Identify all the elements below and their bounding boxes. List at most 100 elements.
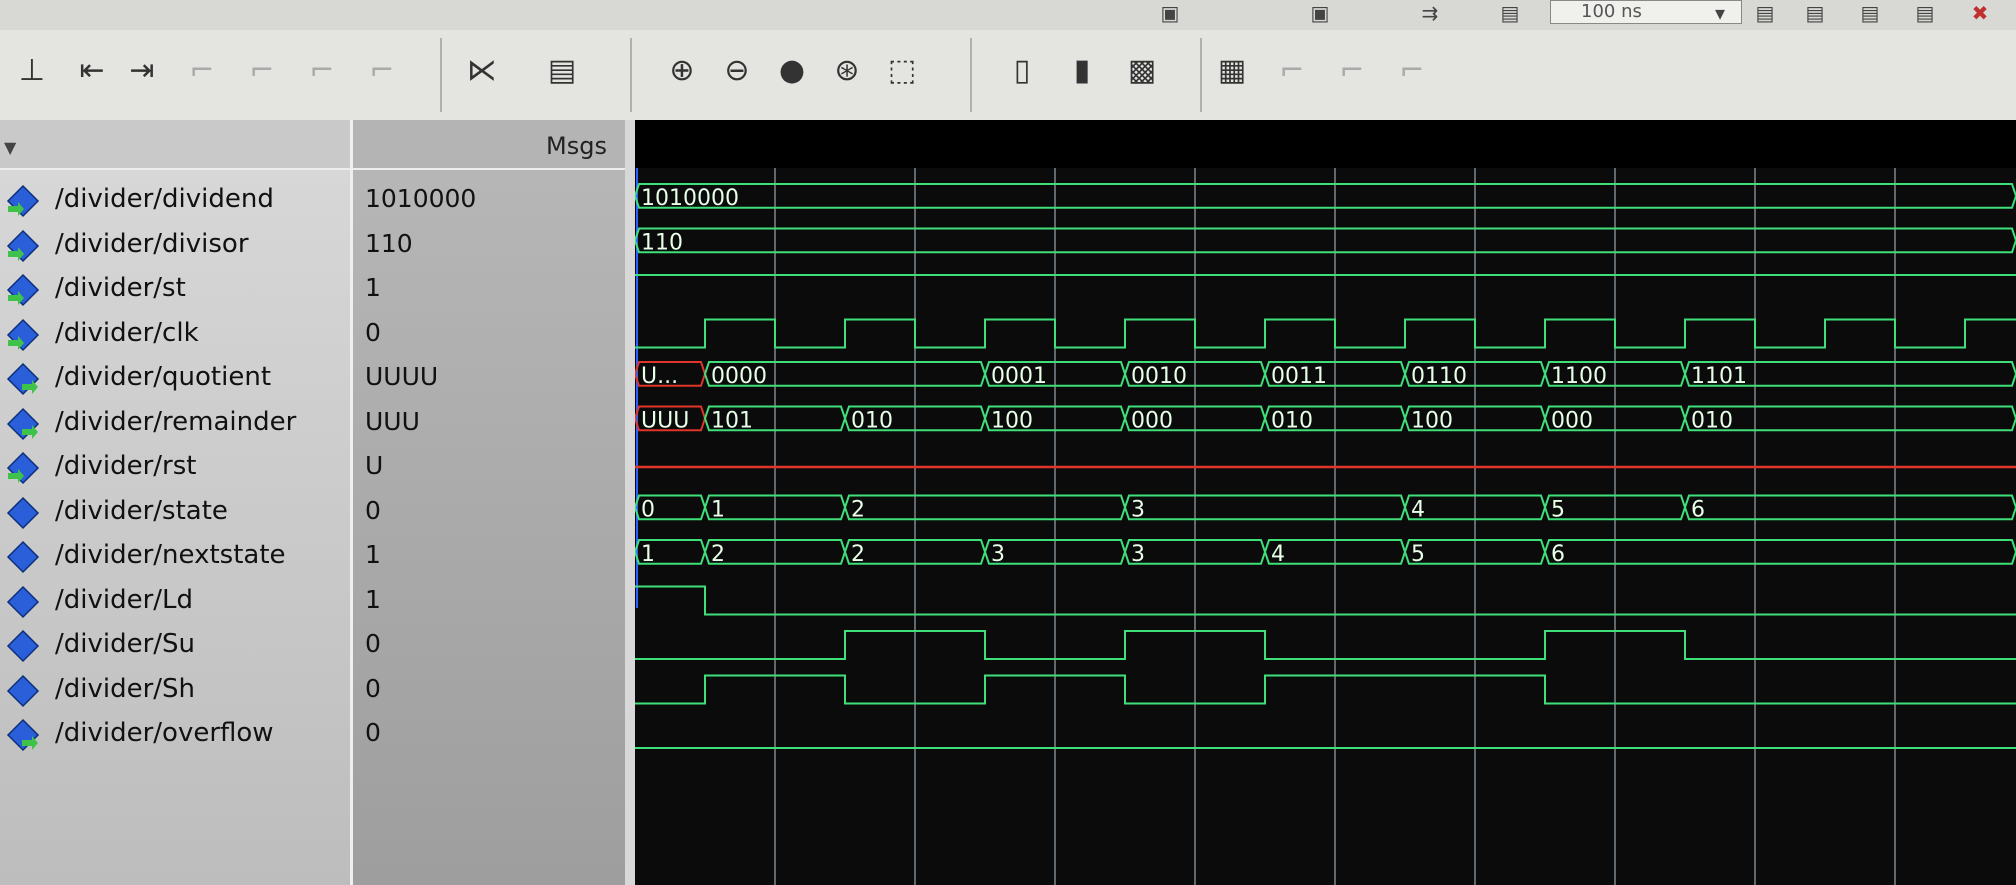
- signal-value: 0: [365, 317, 381, 347]
- find-next-edge-icon[interactable]: ⇥: [120, 48, 164, 92]
- quotient-label: 0011: [1271, 364, 1327, 389]
- run-length-value: 100 ns: [1581, 1, 1642, 22]
- signal-row[interactable]: /divider/state: [0, 490, 350, 534]
- signal-name: /divider/remainder: [55, 406, 297, 437]
- cursor-mode-1-icon[interactable]: ▯: [1000, 48, 1044, 92]
- internal-signal-icon: [6, 496, 40, 529]
- signal-name: /divider/st: [55, 273, 186, 303]
- input-signal-icon: [6, 451, 40, 485]
- cursor-mode-2-icon[interactable]: ▮: [1060, 48, 1104, 92]
- nextstate-label: 3: [991, 542, 1005, 567]
- remainder-label: 100: [991, 408, 1033, 433]
- signal-value: 0: [365, 718, 381, 747]
- nextstate-label: 4: [1271, 542, 1285, 567]
- signal-row[interactable]: /divider/Sh: [0, 668, 350, 712]
- divisor-segment: [635, 227, 2016, 254]
- nextstate-label: 1: [641, 542, 655, 567]
- zoom-full-icon[interactable]: ●: [770, 48, 814, 92]
- dropdown-arrow-icon[interactable]: ▼: [4, 138, 16, 157]
- signal-name: /divider/Ld: [55, 584, 194, 615]
- signal-row[interactable]: /divider/divisor: [0, 223, 350, 267]
- signal-row[interactable]: /divider/overflow: [0, 712, 350, 756]
- step-edge-3-icon[interactable]: ⌐: [300, 48, 344, 92]
- toolbar-separator: [440, 38, 442, 112]
- signal-row[interactable]: /divider/Ld: [0, 579, 350, 623]
- run-length-dropdown-icon[interactable]: ▾: [1705, 0, 1735, 26]
- remainder-label: 010: [851, 408, 893, 433]
- signal-row[interactable]: /divider/remainder: [0, 401, 350, 445]
- state-segment: [1683, 494, 2016, 521]
- nextstate-label: 3: [1131, 542, 1145, 567]
- state-label: 5: [1551, 497, 1565, 522]
- signal-name: /divider/rst: [55, 451, 197, 481]
- edge-mode-2-icon[interactable]: ⌐: [1270, 48, 1314, 92]
- quotient-label: 0001: [991, 364, 1047, 389]
- signal-value: 110: [365, 228, 413, 258]
- edge-mode-4-icon[interactable]: ⌐: [1390, 48, 1434, 92]
- state-label: 3: [1131, 497, 1145, 522]
- stop-icon[interactable]: ▤: [1905, 0, 1945, 26]
- internal-signal-icon: [6, 585, 40, 618]
- signal-value: U: [365, 451, 384, 480]
- remainder-label: 000: [1551, 408, 1593, 433]
- toolbar-separator: [630, 38, 632, 112]
- dividend-label: 1010000: [641, 186, 739, 211]
- sh-trace: [635, 674, 2016, 705]
- dividend-segment: [635, 183, 2016, 209]
- clk-trace: [635, 318, 2016, 349]
- step-edge-1-icon[interactable]: ⌐: [180, 48, 224, 92]
- edge-mode-1-icon[interactable]: ▦: [1210, 48, 1254, 92]
- signal-name: /divider/divisor: [55, 228, 249, 259]
- internal-signal-icon: [6, 674, 40, 707]
- step-edge-4-icon[interactable]: ⌐: [360, 48, 404, 92]
- signal-name: /divider/nextstate: [55, 540, 286, 570]
- remainder-label: UUU: [641, 408, 689, 433]
- divisor-label: 110: [641, 230, 683, 255]
- signal-row[interactable]: /divider/dividend: [0, 178, 350, 222]
- nextstate-segment: [1543, 539, 2016, 565]
- quotient-label: 1101: [1691, 364, 1747, 389]
- remainder-label: 000: [1131, 408, 1173, 433]
- signal-name: /divider/dividend: [55, 184, 274, 214]
- restart-icon[interactable]: ▤: [1490, 0, 1530, 26]
- signal-row[interactable]: /divider/clk: [0, 312, 350, 356]
- cursor-mode-3-icon[interactable]: ▩: [1120, 48, 1164, 92]
- remainder-label: 010: [1691, 408, 1733, 433]
- signal-value: 1: [365, 540, 381, 569]
- wave-settings-icon[interactable]: ▤: [540, 48, 584, 92]
- nextstate-label: 2: [851, 542, 865, 567]
- remainder-label: 100: [1411, 408, 1453, 433]
- run-icon[interactable]: ▣: [1300, 0, 1340, 26]
- find-previous-edge-icon[interactable]: ⇤: [70, 48, 114, 92]
- zoom-area-icon[interactable]: ⬚: [880, 48, 924, 92]
- break-icon[interactable]: ▤: [1850, 0, 1890, 26]
- signal-value: UUU: [365, 406, 420, 436]
- save-icon[interactable]: ▣: [1150, 0, 1190, 26]
- panel-splitter[interactable]: [625, 120, 635, 885]
- signal-name: /divider/quotient: [55, 362, 272, 392]
- zoom-cursor-icon[interactable]: ⊛: [825, 48, 869, 92]
- waveform-display[interactable]: 1010000110U... 0000 0001 0010 0011 0110 1100 11…: [635, 168, 2016, 885]
- split-view-icon[interactable]: ⋉: [460, 48, 504, 92]
- signal-row[interactable]: /divider/nextstate: [0, 534, 350, 578]
- step-edge-2-icon[interactable]: ⌐: [240, 48, 284, 92]
- signal-row[interactable]: /divider/rst: [0, 445, 350, 489]
- zoom-out-icon[interactable]: ⊖: [715, 48, 759, 92]
- toolbar-separator: [1200, 38, 1202, 112]
- signal-row[interactable]: /divider/st: [0, 267, 350, 311]
- quotient-label: 0010: [1131, 364, 1187, 389]
- signal-value: 0: [365, 673, 381, 703]
- close-icon[interactable]: ✖: [1960, 0, 2000, 26]
- quotient-label: 1100: [1551, 364, 1607, 389]
- remainder-label: 101: [711, 408, 753, 433]
- signal-row[interactable]: /divider/Su: [0, 623, 350, 667]
- step-icon[interactable]: ⇉: [1400, 0, 1460, 26]
- remainder-label: 010: [1271, 408, 1313, 433]
- run-all-icon[interactable]: ▤: [1745, 0, 1785, 26]
- continue-icon[interactable]: ▤: [1795, 0, 1835, 26]
- edge-mode-3-icon[interactable]: ⌐: [1330, 48, 1374, 92]
- input-signal-icon: [6, 229, 40, 262]
- insert-cursor-icon[interactable]: ⊥: [10, 48, 54, 92]
- signal-row[interactable]: /divider/quotient: [0, 356, 350, 400]
- zoom-in-icon[interactable]: ⊕: [660, 48, 704, 92]
